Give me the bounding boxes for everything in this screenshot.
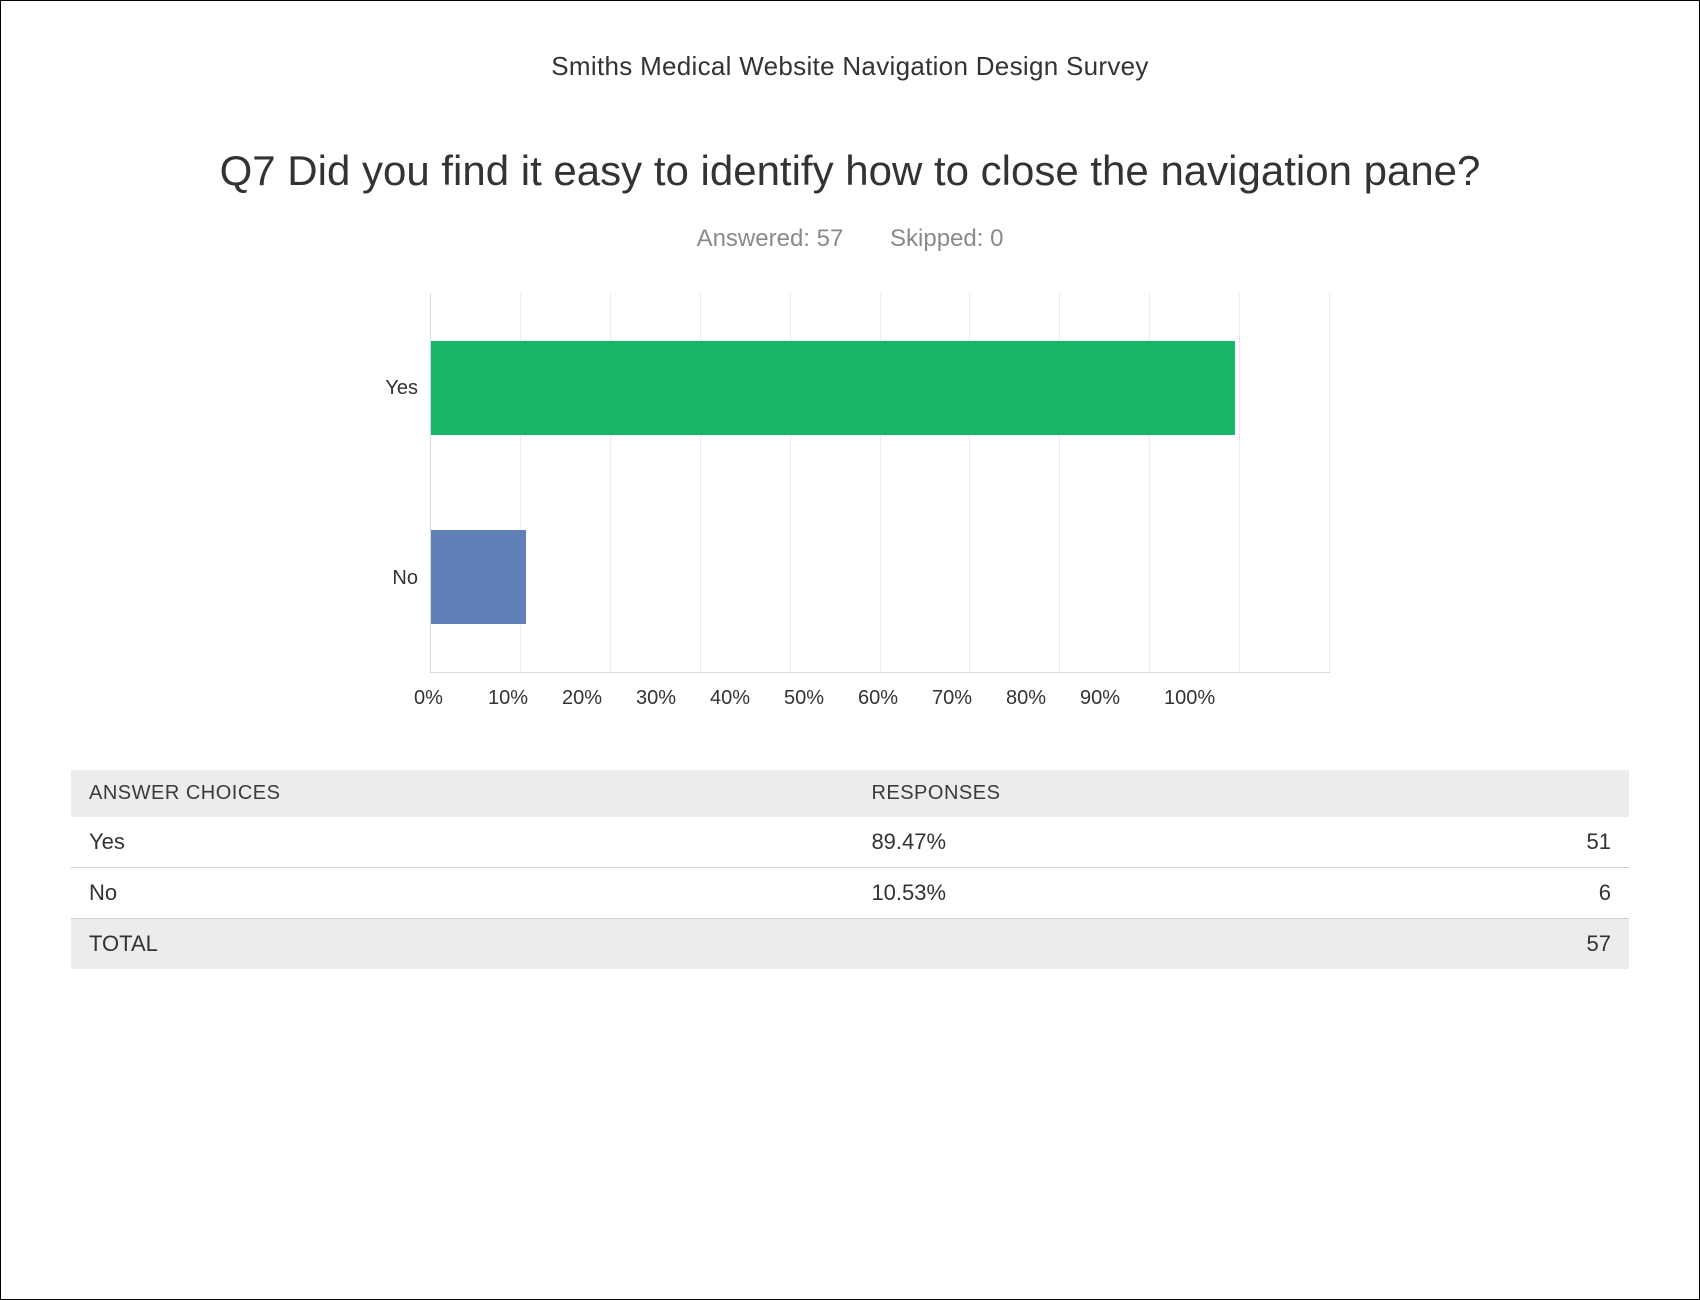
- bar-yes: [431, 341, 1235, 435]
- stats-row: Answered: 57 Skipped: 0: [71, 225, 1629, 253]
- y-label-no: No: [392, 567, 418, 590]
- cell-pct: 10.53%: [853, 868, 1421, 919]
- bar-chart: Yes No 0% 10% 20% 30% 40% 50%: [370, 293, 1330, 710]
- survey-title: Smiths Medical Website Navigation Design…: [71, 51, 1629, 82]
- y-label-yes: Yes: [385, 377, 418, 400]
- th-responses: RESPONSES: [853, 770, 1421, 817]
- cell-count: 6: [1421, 868, 1629, 919]
- skipped-stat: Skipped: 0: [890, 225, 1003, 252]
- table-row: No 10.53% 6: [71, 868, 1629, 919]
- table-total-row: TOTAL 57: [71, 919, 1629, 970]
- plot: 0% 10% 20% 30% 40% 50% 60% 70% 80% 90% 1…: [430, 293, 1330, 710]
- total-label: TOTAL: [71, 919, 853, 970]
- bar-no: [431, 530, 526, 624]
- x-axis-labels: 0% 10% 20% 30% 40% 50% 60% 70% 80% 90% 1…: [430, 673, 1330, 710]
- th-answer-choices: ANSWER CHOICES: [71, 770, 853, 817]
- table-row: Yes 89.47% 51: [71, 817, 1629, 868]
- page: Smiths Medical Website Navigation Design…: [0, 0, 1700, 1300]
- answered-stat: Answered: 57: [697, 225, 844, 252]
- total-count: 57: [1421, 919, 1629, 970]
- plot-area: [430, 293, 1330, 673]
- results-table: ANSWER CHOICES RESPONSES Yes 89.47% 51 N…: [71, 770, 1629, 969]
- cell-label: Yes: [71, 817, 853, 868]
- table-header-row: ANSWER CHOICES RESPONSES: [71, 770, 1629, 817]
- x-tick: 100%: [1164, 687, 1254, 710]
- th-count: [1421, 770, 1629, 817]
- y-axis-labels: Yes No: [370, 293, 430, 673]
- question-title: Q7 Did you find it easy to identify how …: [71, 147, 1629, 195]
- bars: [431, 293, 1330, 672]
- total-blank: [853, 919, 1421, 970]
- cell-label: No: [71, 868, 853, 919]
- cell-count: 51: [1421, 817, 1629, 868]
- x-tick: 90%: [1080, 687, 1170, 710]
- cell-pct: 89.47%: [853, 817, 1421, 868]
